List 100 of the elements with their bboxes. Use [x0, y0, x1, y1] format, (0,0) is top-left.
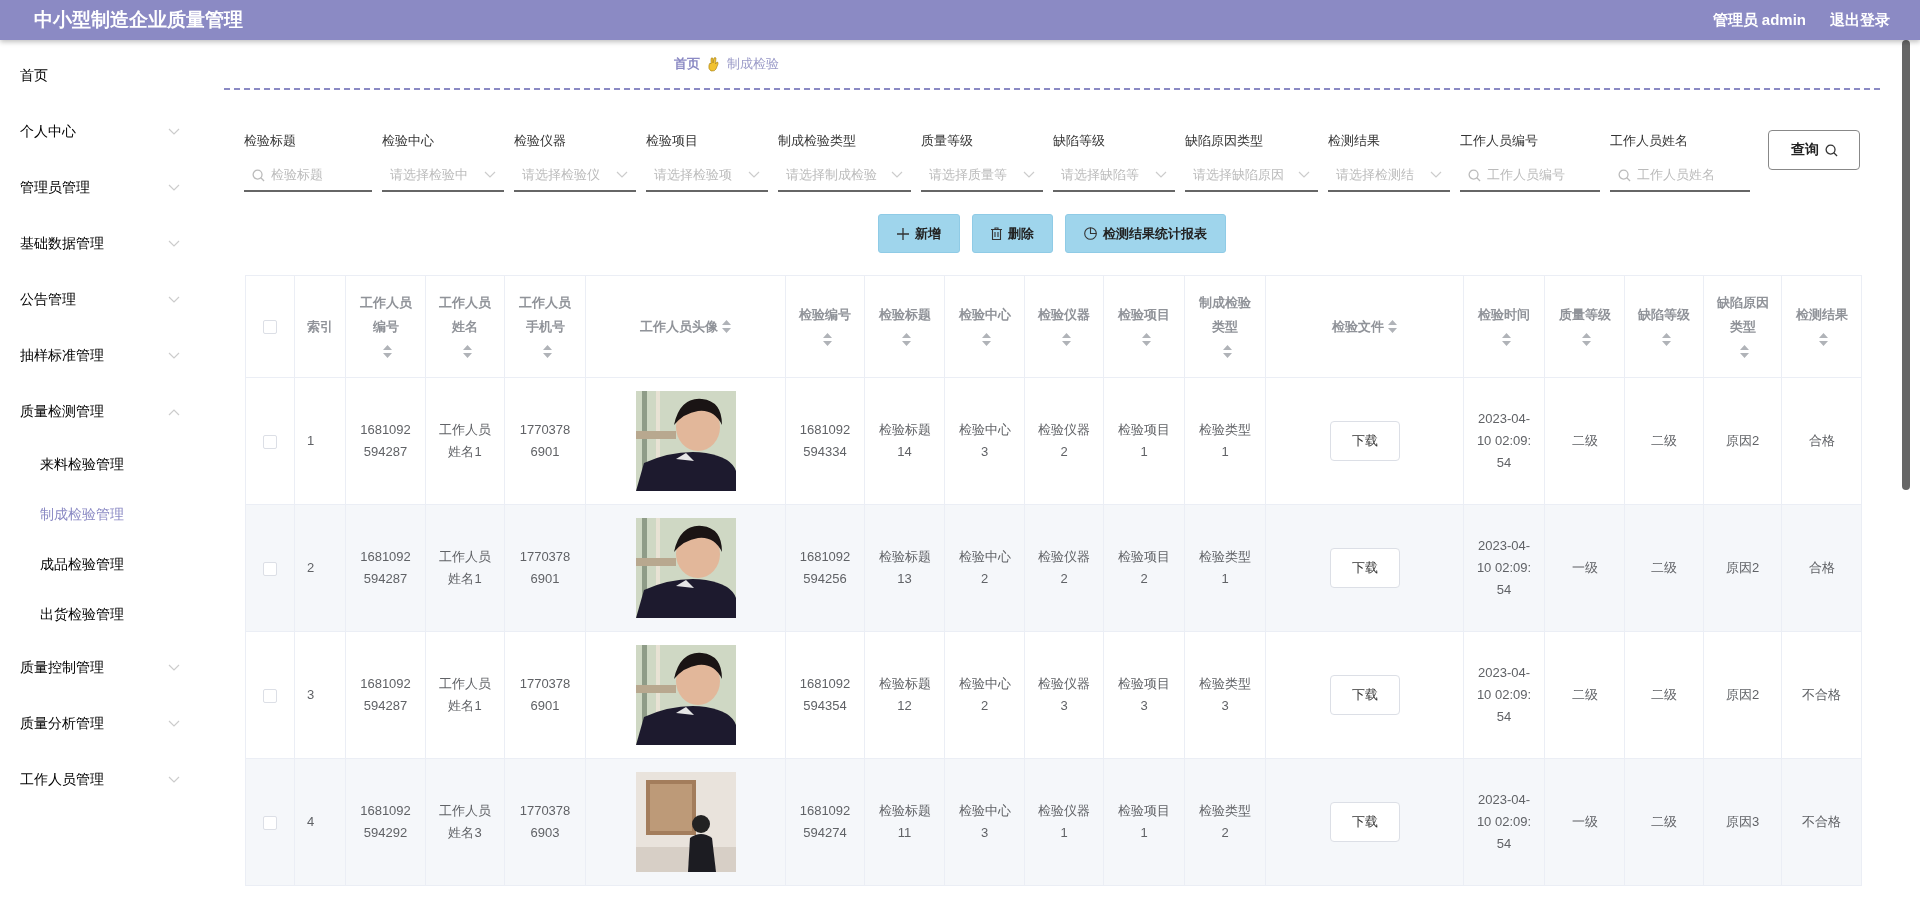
sort-icon[interactable]: [1661, 332, 1671, 346]
scrollbar-thumb[interactable]: [1902, 40, 1910, 490]
column-header: 检验中心: [958, 305, 1011, 324]
sidebar-item[interactable]: 公告管理: [0, 272, 200, 328]
column-header: 质量等级: [1558, 305, 1611, 324]
table-cell: 检验仪器3: [1038, 676, 1090, 713]
filter-label: 检验仪器: [514, 132, 567, 150]
sidebar-item[interactable]: 质量检测管理: [0, 384, 200, 440]
column-header: 检验仪器: [1038, 305, 1090, 324]
table-cell: 二级: [1651, 814, 1677, 829]
table-cell: 检验中心2: [958, 549, 1011, 586]
app-title: 中小型制造企业质量管理: [34, 8, 244, 32]
sort-icon[interactable]: [982, 332, 991, 346]
sort-icon[interactable]: [1222, 344, 1232, 358]
sort-icon[interactable]: [1740, 344, 1749, 358]
download-button[interactable]: 下载: [1329, 421, 1400, 461]
table-cell: 检验标题13: [878, 549, 931, 586]
table-cell: 一级: [1571, 560, 1598, 575]
sidebar-subitem[interactable]: 来料检验管理: [0, 440, 200, 490]
download-button[interactable]: 下载: [1329, 675, 1400, 715]
table-cell: 工作人员姓名3: [439, 803, 491, 840]
table-cell: 4: [307, 814, 315, 829]
table-cell: 17703786901: [519, 549, 571, 586]
table-cell: 17703786901: [519, 676, 571, 713]
column-header: 缺陷等级: [1638, 305, 1690, 324]
table-cell: 检验标题11: [878, 803, 931, 840]
sort-icon[interactable]: [383, 344, 392, 358]
query-button[interactable]: 查询: [1768, 130, 1860, 170]
sidebar-item[interactable]: 工作人员管理: [0, 752, 200, 808]
plus-icon: [897, 227, 909, 240]
row-checkbox[interactable]: [263, 688, 277, 703]
select-all-checkbox[interactable]: [263, 320, 277, 335]
column-header: 制成检验类型: [1198, 293, 1252, 336]
sidebar-item[interactable]: 管理员管理: [0, 160, 200, 216]
column-header: 缺陷原因类型: [1715, 293, 1770, 336]
chevron-down-icon: [1430, 171, 1442, 179]
table-cell: 1681092594256: [799, 549, 851, 586]
column-header: 检测结果: [1795, 305, 1848, 324]
search-icon: [1824, 143, 1838, 157]
filter-label: 工作人员姓名: [1610, 132, 1689, 150]
sidebar-subitem[interactable]: 出货检验管理: [0, 590, 200, 640]
sidebar-item[interactable]: 质量控制管理: [0, 640, 200, 696]
sort-icon[interactable]: [822, 332, 832, 346]
search-icon: [1618, 168, 1631, 182]
table-cell: 2023-04-10 02:09:54: [1476, 538, 1532, 597]
table-cell: 1681092594287: [360, 422, 411, 459]
table-cell: 二级: [1651, 560, 1677, 575]
sort-icon[interactable]: [1819, 332, 1828, 346]
sort-icon[interactable]: [722, 320, 731, 334]
sort-icon[interactable]: [902, 332, 911, 346]
sidebar-item[interactable]: 抽样标准管理: [0, 328, 200, 384]
sidebar-item[interactable]: 基础数据管理: [0, 216, 200, 272]
filter-label: 制成检验类型: [778, 132, 857, 150]
table-cell: 1681092594287: [360, 549, 411, 586]
table-cell: 检验类型3: [1199, 676, 1251, 713]
table-cell: 1681092594334: [799, 422, 851, 459]
chevron-down-icon: [748, 171, 760, 179]
column-header: 工作人员头像: [640, 317, 718, 336]
sort-icon[interactable]: [1582, 332, 1591, 346]
sidebar-item[interactable]: 质量分析管理: [0, 696, 200, 752]
sort-icon[interactable]: [1061, 332, 1071, 346]
table-cell: 检验项目1: [1118, 422, 1170, 459]
table-cell: 原因2: [1725, 687, 1760, 702]
sort-icon[interactable]: [1388, 320, 1397, 334]
row-checkbox[interactable]: [263, 815, 277, 830]
add-button[interactable]: 新增: [878, 214, 960, 253]
column-header: 工作人员姓名: [438, 293, 492, 336]
sidebar-subitem[interactable]: 成品检验管理: [0, 540, 200, 590]
hand-icon: [708, 56, 719, 72]
table-cell: 检验标题12: [878, 676, 931, 713]
column-header: 检验文件: [1332, 317, 1384, 336]
column-header: 检验时间: [1478, 305, 1530, 324]
table-cell: 2023-04-10 02:09:54: [1476, 792, 1532, 851]
sort-icon[interactable]: [1501, 332, 1511, 346]
user-name: 管理员 admin: [1712, 10, 1806, 30]
delete-button[interactable]: 删除: [972, 214, 1053, 253]
table-cell: 二级: [1571, 433, 1598, 448]
table-cell: 原因3: [1725, 814, 1760, 829]
table-cell: 不合格: [1802, 687, 1841, 702]
sidebar-item[interactable]: 首页: [0, 48, 200, 104]
table-cell: 二级: [1571, 687, 1598, 702]
table-cell: 检验项目2: [1118, 549, 1170, 586]
table-cell: 检验项目1: [1118, 803, 1170, 840]
column-header: 检验编号: [799, 305, 851, 324]
sidebar-item[interactable]: 个人中心: [0, 104, 200, 160]
chevron-down-icon: [1023, 171, 1035, 179]
sort-icon[interactable]: [542, 344, 552, 358]
row-checkbox[interactable]: [263, 561, 277, 576]
column-header: 工作人员编号: [358, 293, 413, 336]
table-cell: 1681092594292: [360, 803, 411, 840]
report-button[interactable]: 检测结果统计报表: [1065, 214, 1226, 253]
download-button[interactable]: 下载: [1329, 802, 1400, 842]
table-cell: 合格: [1808, 433, 1835, 448]
chevron-down-icon: [1155, 171, 1167, 179]
download-button[interactable]: 下载: [1329, 548, 1400, 588]
filter-label: 质量等级: [921, 132, 974, 150]
table-cell: 3: [307, 687, 315, 702]
row-checkbox[interactable]: [263, 434, 277, 449]
sort-icon[interactable]: [1141, 332, 1151, 346]
sort-icon[interactable]: [462, 344, 472, 358]
